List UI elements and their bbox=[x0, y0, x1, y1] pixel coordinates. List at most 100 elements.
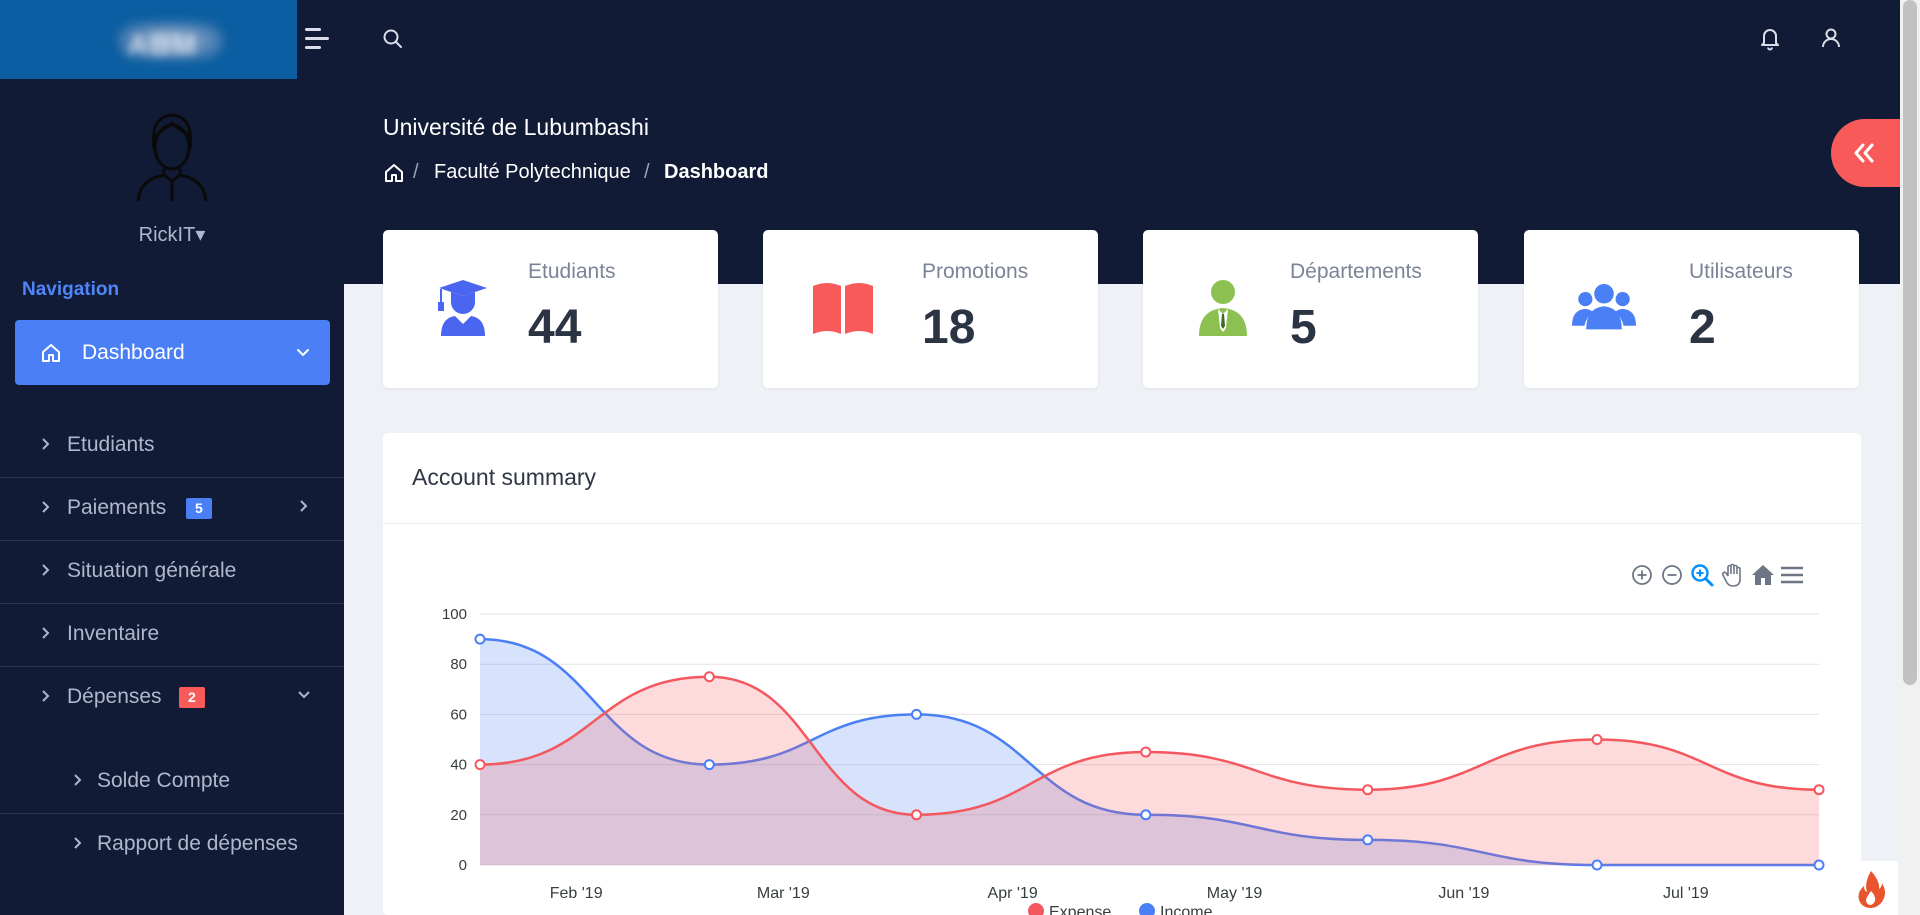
stat-title: Utilisateurs bbox=[1689, 260, 1793, 283]
chevron-down-icon bbox=[297, 349, 309, 357]
breadcrumb-faculte[interactable]: Faculté Polytechnique bbox=[434, 161, 631, 184]
count-badge: 2 bbox=[179, 687, 205, 708]
y-tick-label: 80 bbox=[450, 656, 467, 673]
legend-label-income: Income bbox=[1160, 904, 1213, 915]
flame-icon bbox=[1858, 871, 1885, 908]
user-icon[interactable] bbox=[1817, 24, 1845, 52]
legend-marker-expense bbox=[1028, 903, 1044, 915]
x-tick-label: Mar '19 bbox=[757, 885, 810, 902]
stat-title: Départements bbox=[1290, 260, 1422, 283]
x-tick-label: Jul '19 bbox=[1663, 885, 1709, 902]
x-tick-label: Jun '19 bbox=[1438, 885, 1489, 902]
bell-icon[interactable] bbox=[1756, 24, 1784, 52]
chevron-right-icon bbox=[74, 837, 82, 849]
data-point-income bbox=[474, 633, 486, 645]
sidebar-item-dashboard[interactable]: Dashboard bbox=[15, 320, 330, 385]
breadcrumb-separator: / bbox=[413, 161, 419, 183]
data-point-income bbox=[1591, 859, 1603, 871]
data-point-expense bbox=[474, 759, 486, 771]
data-point-expense bbox=[1591, 734, 1603, 745]
y-tick-label: 20 bbox=[450, 807, 467, 824]
chevron-right-icon bbox=[42, 627, 50, 639]
home-icon[interactable] bbox=[383, 162, 405, 184]
home-icon bbox=[42, 344, 60, 362]
data-point-income bbox=[1140, 809, 1152, 821]
page-scrollbar[interactable] bbox=[1900, 0, 1920, 915]
data-point-expense bbox=[910, 809, 922, 821]
series-area-expense bbox=[480, 676, 1819, 865]
data-point-expense bbox=[1140, 746, 1152, 758]
collapse-panel-button[interactable] bbox=[1831, 119, 1900, 187]
x-tick-label: Feb '19 bbox=[550, 885, 603, 902]
stat-value: 44 bbox=[528, 301, 582, 354]
logo-text: ABM bbox=[128, 29, 198, 60]
legend-marker-income bbox=[1139, 903, 1155, 915]
nav-heading: Navigation bbox=[22, 279, 120, 300]
page-title: Université de Lubumbashi bbox=[383, 114, 649, 140]
y-tick-label: 100 bbox=[442, 606, 467, 623]
y-tick-label: 60 bbox=[450, 706, 467, 723]
avatar bbox=[136, 113, 208, 201]
sidebar-subitem-rapport-de-depenses[interactable]: Rapport de dépenses bbox=[0, 813, 344, 875]
graduate-icon bbox=[438, 280, 487, 336]
username: RickIT bbox=[138, 224, 196, 246]
chevron-right-icon bbox=[42, 501, 50, 513]
chevron-down-icon bbox=[298, 691, 310, 699]
stat-value: 2 bbox=[1689, 301, 1716, 354]
stat-card-etudiants[interactable]: Etudiants 44 bbox=[383, 230, 718, 388]
sidebar-item-label: Situation générale bbox=[67, 559, 237, 582]
book-icon bbox=[813, 283, 873, 334]
fire-button[interactable] bbox=[1844, 861, 1898, 915]
users-icon bbox=[1572, 284, 1636, 330]
user-dropdown[interactable]: RickIT▾ bbox=[0, 222, 344, 247]
sidebar-item-label: Rapport de dépenses bbox=[97, 832, 298, 855]
sidebar-item-paiements[interactable]: Paiements 5 bbox=[0, 477, 344, 539]
chevron-right-icon bbox=[74, 774, 82, 786]
double-chevron-left-icon bbox=[1854, 143, 1874, 163]
y-tick-label: 0 bbox=[459, 857, 467, 874]
search-icon[interactable] bbox=[380, 26, 406, 52]
data-point-income bbox=[1362, 834, 1374, 846]
account-summary-panel: Account summary 0 20 40 60 80 100 Feb '19 Mar '… bbox=[383, 433, 1861, 915]
sidebar-item-label: Solde Compte bbox=[97, 769, 231, 792]
chevron-right-icon bbox=[300, 500, 308, 512]
sidebar-item-situation-generale[interactable]: Situation générale bbox=[0, 540, 344, 602]
stat-card-utilisateurs[interactable]: Utilisateurs 2 bbox=[1524, 230, 1859, 388]
legend-label-expense: Expense bbox=[1049, 904, 1111, 915]
sidebar-subitem-solde-compte[interactable]: Solde Compte bbox=[0, 750, 344, 812]
y-tick-label: 40 bbox=[450, 757, 467, 774]
stat-title: Etudiants bbox=[528, 260, 616, 283]
stat-card-departements[interactable]: Départements 5 bbox=[1143, 230, 1478, 388]
breadcrumb-current: Dashboard bbox=[664, 161, 769, 183]
data-point-expense bbox=[1362, 784, 1374, 796]
stat-value: 5 bbox=[1290, 301, 1317, 354]
data-point-expense bbox=[703, 671, 715, 683]
stat-title: Promotions bbox=[922, 260, 1029, 283]
stat-value: 18 bbox=[922, 301, 976, 354]
data-point-income bbox=[910, 708, 922, 720]
logo[interactable]: ABM bbox=[0, 0, 297, 79]
sidebar-item-label: Inventaire bbox=[67, 622, 160, 645]
chevron-right-icon bbox=[42, 690, 50, 702]
x-tick-label: Apr '19 bbox=[988, 885, 1038, 902]
scrollbar-thumb[interactable] bbox=[1903, 0, 1917, 685]
account-summary-chart[interactable]: 0 20 40 60 80 100 Feb '19 Mar '19 Apr '19 May '19… bbox=[383, 433, 1861, 915]
menu-icon[interactable] bbox=[300, 24, 334, 54]
sidebar-item-inventaire[interactable]: Inventaire bbox=[0, 603, 344, 665]
count-badge: 5 bbox=[186, 498, 212, 519]
caret-down-icon: ▾ bbox=[195, 224, 206, 246]
data-point-income bbox=[1813, 859, 1825, 871]
data-point-income bbox=[703, 759, 715, 771]
stat-card-promotions[interactable]: Promotions 18 bbox=[763, 230, 1098, 388]
sidebar-item-label: Dashboard bbox=[82, 341, 185, 364]
x-tick-label: May '19 bbox=[1207, 885, 1263, 902]
sidebar-item-etudiants[interactable]: Etudiants bbox=[0, 414, 344, 476]
sidebar: RickIT▾ Navigation Dashboard Etudiants P… bbox=[0, 79, 344, 915]
data-point-expense bbox=[1813, 784, 1825, 796]
sidebar-item-depenses[interactable]: Dépenses 2 bbox=[0, 666, 344, 728]
chevron-right-icon bbox=[42, 438, 50, 450]
employee-icon bbox=[1199, 280, 1247, 336]
chevron-right-icon bbox=[42, 564, 50, 576]
sidebar-item-label: Paiements bbox=[67, 496, 167, 519]
sidebar-item-label: Etudiants bbox=[67, 433, 155, 456]
